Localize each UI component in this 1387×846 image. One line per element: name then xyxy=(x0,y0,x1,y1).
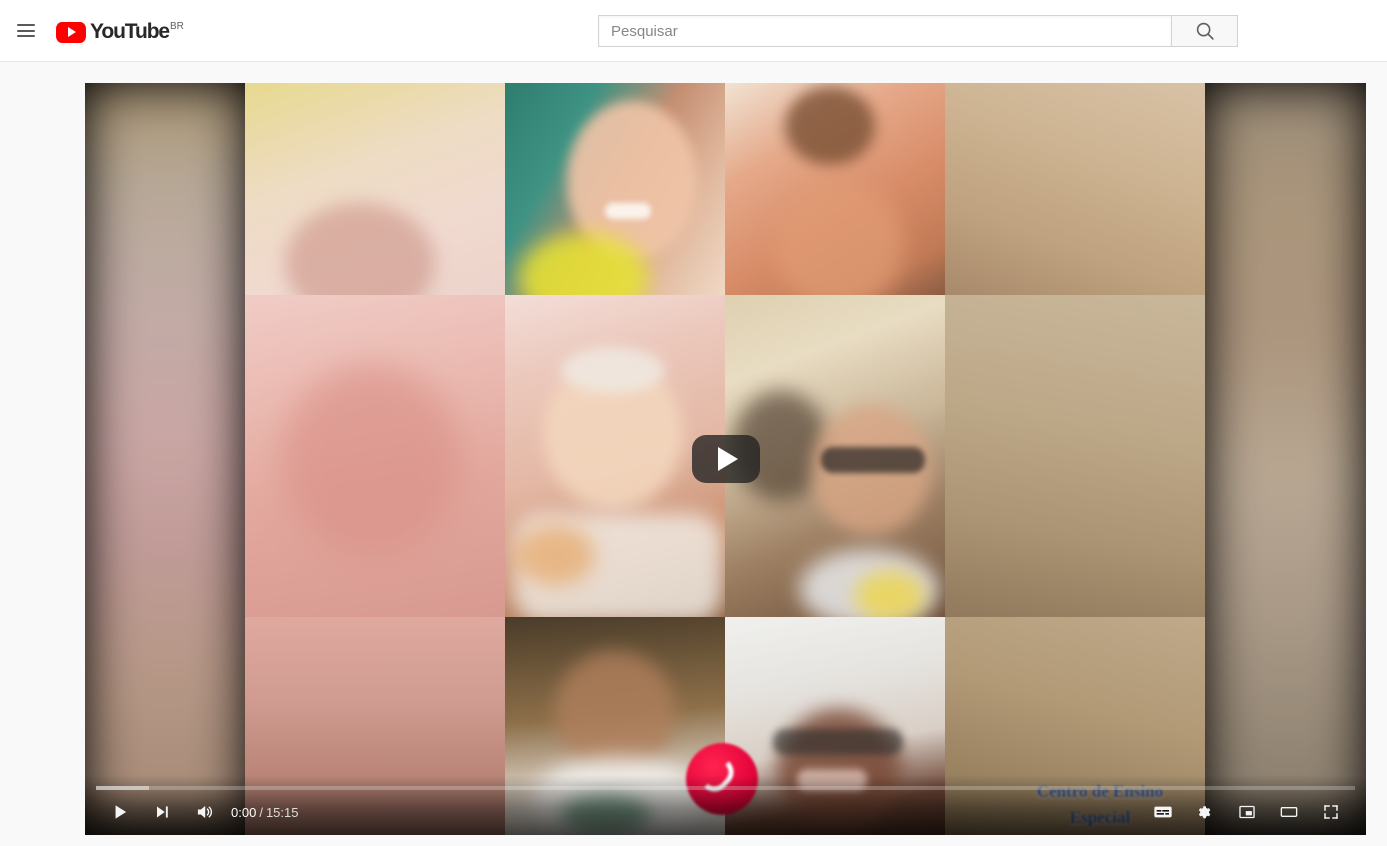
player-controls: 0:00/15:15 xyxy=(85,789,1366,835)
volume-button[interactable] xyxy=(183,789,225,835)
controls-right xyxy=(1142,789,1366,835)
logo-text: YouTube xyxy=(90,19,170,43)
video-tile xyxy=(245,83,505,295)
search-area xyxy=(598,15,1238,47)
time-display: 0:00/15:15 xyxy=(225,805,308,820)
big-play-button[interactable] xyxy=(691,435,760,483)
video-tile xyxy=(945,83,1205,295)
video-tile xyxy=(725,83,945,295)
fullscreen-button[interactable] xyxy=(1310,789,1352,835)
video-tile xyxy=(245,295,505,617)
theater-mode-icon xyxy=(1278,801,1300,823)
youtube-play-icon xyxy=(56,21,86,43)
gear-icon xyxy=(1194,801,1216,823)
play-button[interactable] xyxy=(99,789,141,835)
subtitles-icon xyxy=(1151,800,1175,824)
hamburger-menu-icon xyxy=(17,21,35,41)
play-icon xyxy=(110,802,130,822)
video-tile xyxy=(945,295,1205,617)
fullscreen-icon xyxy=(1320,801,1342,823)
theater-mode-button[interactable] xyxy=(1268,789,1310,835)
settings-button[interactable] xyxy=(1184,789,1226,835)
next-video-button[interactable] xyxy=(141,789,183,835)
video-tile xyxy=(505,83,725,295)
pillarbox-blur-left xyxy=(85,83,246,835)
guide-menu-button[interactable] xyxy=(6,11,46,51)
miniplayer-icon xyxy=(1236,801,1258,823)
masthead: YouTube BR xyxy=(0,0,1387,62)
play-icon xyxy=(717,447,738,471)
time-separator: / xyxy=(259,804,263,820)
miniplayer-button[interactable] xyxy=(1226,789,1268,835)
current-time: 0:00 xyxy=(231,804,257,820)
search-box[interactable] xyxy=(598,15,1172,47)
search-input[interactable] xyxy=(611,22,1171,40)
duration: 15:15 xyxy=(265,804,299,820)
search-icon xyxy=(1194,20,1216,42)
youtube-logo[interactable]: YouTube BR xyxy=(56,17,184,45)
search-button[interactable] xyxy=(1172,15,1238,47)
video-player[interactable]: Centro de Ensino Especial xyxy=(85,83,1366,835)
logo-country-code: BR xyxy=(170,20,184,32)
volume-on-icon xyxy=(193,801,215,823)
pillarbox-blur-right xyxy=(1205,83,1366,835)
subtitles-button[interactable] xyxy=(1142,789,1184,835)
controls-left: 0:00/15:15 xyxy=(85,789,308,835)
next-track-icon xyxy=(152,802,172,822)
